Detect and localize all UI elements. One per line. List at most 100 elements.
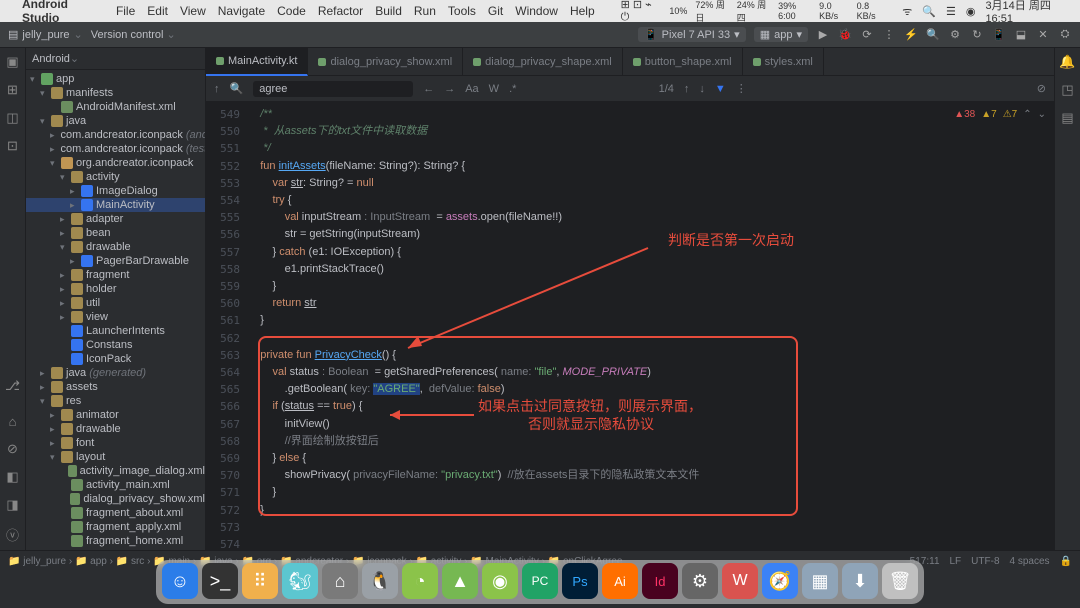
tree-node[interactable]: ▸assets bbox=[26, 380, 205, 394]
sync-icon[interactable]: ↻ bbox=[970, 28, 984, 41]
dock-app[interactable]: ☺ bbox=[162, 563, 198, 599]
search-input[interactable] bbox=[253, 81, 413, 97]
editor-tab[interactable]: styles.xml bbox=[743, 48, 824, 76]
notifications-icon[interactable]: 🔔 bbox=[1059, 54, 1075, 70]
find-up-icon[interactable]: ↑ bbox=[214, 83, 220, 95]
tree-node[interactable]: ▾drawable bbox=[26, 240, 205, 254]
editor-tab[interactable]: MainActivity.kt bbox=[206, 48, 308, 76]
tree-node[interactable]: ▸bean bbox=[26, 226, 205, 240]
project-view-selector[interactable]: Android bbox=[32, 53, 70, 65]
menu-edit[interactable]: Edit bbox=[147, 4, 168, 18]
dock-app[interactable]: ⚙ bbox=[682, 563, 718, 599]
tree-node[interactable]: ▸holder bbox=[26, 282, 205, 296]
gear-icon[interactable]: ⛭ bbox=[1058, 28, 1072, 41]
tree-node[interactable]: ▾app bbox=[26, 72, 205, 86]
spotlight-icon[interactable]: 🔍 bbox=[922, 5, 936, 18]
menu-run[interactable]: Run bbox=[414, 4, 436, 18]
tree-node[interactable]: ▸ImageDialog bbox=[26, 184, 205, 198]
more-find-icon[interactable]: ⋮ bbox=[736, 82, 747, 95]
vcs-selector[interactable]: Version control ⌄ bbox=[91, 28, 176, 41]
sdk-icon[interactable]: ⬓ bbox=[1014, 28, 1028, 41]
find-prev-icon[interactable]: ← bbox=[423, 83, 434, 95]
menu-navigate[interactable]: Navigate bbox=[218, 4, 265, 18]
run-icon[interactable]: ▶ bbox=[816, 28, 830, 41]
dock-app[interactable]: 🐧 bbox=[362, 563, 398, 599]
dock-app[interactable]: 🐿 bbox=[282, 563, 318, 599]
tree-node[interactable]: ▸com.andcreator.iconpack (and bbox=[26, 128, 205, 142]
settings-icon[interactable]: ⚙ bbox=[948, 28, 962, 41]
device-selector[interactable]: 📱 Pixel 7 API 33 ▾ bbox=[638, 27, 746, 42]
menu-git[interactable]: Git bbox=[488, 4, 503, 18]
tree-node[interactable]: ▾layout bbox=[26, 450, 205, 464]
encoding[interactable]: UTF-8 bbox=[971, 556, 999, 567]
tree-node[interactable]: ▸animator bbox=[26, 408, 205, 422]
tree-node[interactable]: fragment_home.xml bbox=[26, 534, 205, 548]
app-name[interactable]: Android Studio bbox=[22, 0, 102, 25]
tree-node[interactable]: ▸fragment bbox=[26, 268, 205, 282]
run-config[interactable]: ▦ app ▾ bbox=[754, 27, 808, 42]
wifi-icon[interactable]: ᯤ bbox=[902, 4, 912, 19]
filter-icon[interactable]: ▼ bbox=[715, 83, 726, 95]
tree-node[interactable]: dialog_privacy_show.xml bbox=[26, 492, 205, 506]
structure-tool-icon[interactable]: ⊞ bbox=[7, 82, 18, 98]
menu-build[interactable]: Build bbox=[375, 4, 402, 18]
tree-node[interactable]: ▸font bbox=[26, 436, 205, 450]
terminal-tool-icon[interactable]: ⌂ bbox=[9, 414, 17, 429]
tree-node[interactable]: ▸com.andcreator.iconpack (test bbox=[26, 142, 205, 156]
vcs-tool-icon[interactable]: ⓥ bbox=[6, 525, 19, 544]
menu-file[interactable]: File bbox=[116, 4, 135, 18]
project-selector[interactable]: ▤ jelly_pure ⌄ bbox=[8, 28, 83, 41]
line-sep[interactable]: LF bbox=[950, 556, 962, 567]
tree-node[interactable]: ▸MainActivity bbox=[26, 198, 205, 212]
gutter[interactable]: 549 550 551 552 553 554 555 556 557 558 … bbox=[206, 102, 248, 550]
tree-node[interactable]: LauncherIntents bbox=[26, 324, 205, 338]
dock-app[interactable]: ⌂ bbox=[322, 563, 358, 599]
tree-node[interactable]: Constans bbox=[26, 338, 205, 352]
device-manager-icon[interactable]: ▤ bbox=[1061, 110, 1073, 126]
siri-icon[interactable]: ◉ bbox=[966, 5, 976, 18]
dock-app[interactable]: ⠿ bbox=[242, 563, 278, 599]
tree-node[interactable]: ▾manifests bbox=[26, 86, 205, 100]
tree-node[interactable]: activity_main.xml bbox=[26, 478, 205, 492]
control-center-icon[interactable]: ☰ bbox=[946, 5, 956, 18]
dock-app[interactable]: 🗑 bbox=[882, 563, 918, 599]
build-tool-icon[interactable]: ⊡ bbox=[7, 138, 18, 154]
stop-icon[interactable]: ⋮ bbox=[882, 28, 896, 41]
tree-node[interactable]: fragment_apply.xml bbox=[26, 520, 205, 534]
match-case-icon[interactable]: Aa bbox=[465, 83, 478, 95]
breadcrumb-item[interactable]: 📁 jelly_pure bbox=[8, 556, 66, 567]
tree-node[interactable]: ▸drawable bbox=[26, 422, 205, 436]
dock-app[interactable]: ◔ bbox=[402, 563, 438, 599]
dock-app[interactable]: ▦ bbox=[802, 563, 838, 599]
debug-icon[interactable]: 🐞 bbox=[838, 28, 852, 41]
git-tool-icon[interactable]: ⎇ bbox=[5, 378, 20, 394]
regex-icon[interactable]: .* bbox=[509, 83, 516, 95]
more-icon[interactable]: ⚡ bbox=[904, 28, 918, 41]
tree-node[interactable]: AndroidManifest.xml bbox=[26, 100, 205, 114]
problems-tool-icon[interactable]: ⊘ bbox=[7, 441, 18, 457]
editor-tab[interactable]: dialog_privacy_shape.xml bbox=[463, 48, 623, 76]
menu-refactor[interactable]: Refactor bbox=[318, 4, 363, 18]
dock-app[interactable]: ⬇ bbox=[842, 563, 878, 599]
search-icon[interactable]: 🔍 bbox=[926, 28, 940, 41]
profile-icon[interactable]: ⟳ bbox=[860, 28, 874, 41]
menu-window[interactable]: Window bbox=[515, 4, 558, 18]
close-find-icon[interactable]: ⊘ bbox=[1037, 82, 1046, 95]
breadcrumb-item[interactable]: 📁 app bbox=[75, 556, 107, 567]
indent[interactable]: 4 spaces bbox=[1010, 556, 1050, 567]
tree-node[interactable]: fragment_about.xml bbox=[26, 506, 205, 520]
tree-node[interactable]: ▾activity bbox=[26, 170, 205, 184]
menu-view[interactable]: View bbox=[180, 4, 206, 18]
breadcrumb-item[interactable]: 📁 src bbox=[116, 556, 145, 567]
tree-node[interactable]: ▸view bbox=[26, 310, 205, 324]
dock-app[interactable]: Id bbox=[642, 563, 678, 599]
menu-help[interactable]: Help bbox=[570, 4, 595, 18]
logcat-tool-icon[interactable]: ◧ bbox=[6, 469, 18, 485]
profiler-tool-icon[interactable]: ◨ bbox=[6, 497, 18, 513]
gradle-tool-icon[interactable]: ◳ bbox=[1061, 82, 1073, 98]
tree-node[interactable]: ▸PagerBarDrawable bbox=[26, 254, 205, 268]
words-icon[interactable]: W bbox=[489, 83, 499, 95]
dock-app[interactable]: Ai bbox=[602, 563, 638, 599]
tree-node[interactable]: ▾res bbox=[26, 394, 205, 408]
readonly-icon[interactable]: 🔒 bbox=[1060, 556, 1072, 567]
